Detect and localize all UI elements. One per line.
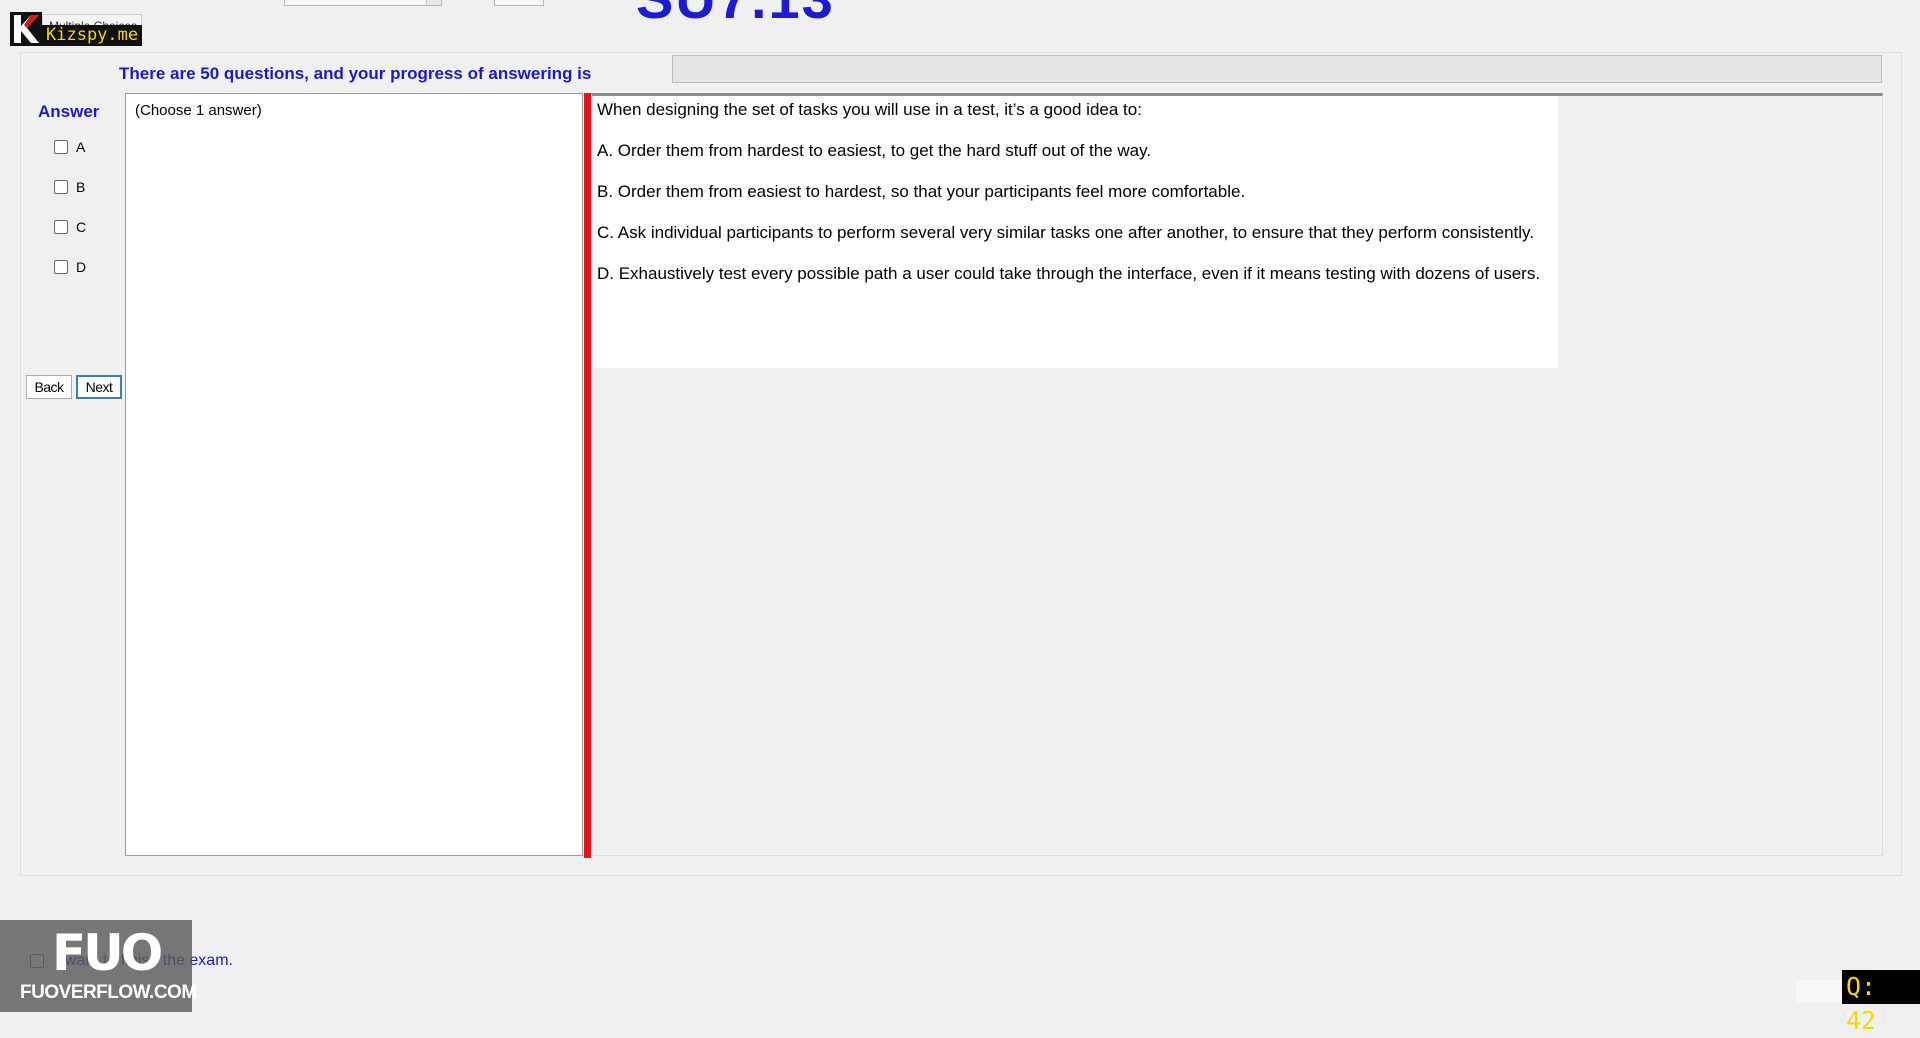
option-label: B [76, 179, 86, 195]
kizspy-text: Kizspy.me [42, 25, 143, 46]
choice-c-text: C. Ask individual participants to perfor… [597, 223, 1535, 242]
exam-combo[interactable] [284, 0, 442, 6]
question-text-box[interactable]: When designing the set of tasks you will… [593, 96, 1558, 368]
choice-d-text: D. Exhaustively test every possible path… [597, 264, 1541, 283]
question-badge: Q: 42 [1842, 970, 1920, 1035]
kizspy-logo-icon [10, 12, 42, 46]
pane-splitter[interactable] [584, 93, 591, 858]
checkbox-icon[interactable] [54, 180, 68, 194]
fuo-site-text: FUOVERFLOW.COM [20, 982, 197, 1003]
chevron-down-icon[interactable] [426, 0, 441, 5]
progress-label: There are 50 questions, and your progres… [119, 64, 592, 83]
fuo-logo-text: FUO [52, 924, 163, 982]
answer-label: Answer [38, 102, 100, 121]
option-label: D [76, 259, 87, 275]
kizspy-watermark: Kizspy.me [10, 12, 143, 46]
question-stem: When designing the set of tasks you will… [597, 100, 1142, 119]
choice-a-text: A. Order them from hardest to easiest, t… [597, 141, 1152, 160]
back-button[interactable]: Back [26, 375, 72, 399]
option-label: C [76, 219, 87, 235]
next-button[interactable]: Next [76, 375, 122, 399]
choice-b-text: B. Order them from easiest to hardest, s… [597, 182, 1246, 201]
fuo-watermark: FUO FUOVERFLOW.COM [0, 920, 197, 1012]
option-c[interactable]: C [54, 217, 86, 237]
option-b[interactable]: B [54, 177, 85, 197]
option-a[interactable]: A [54, 137, 85, 157]
question-number-field [1796, 980, 1842, 1002]
exam-code: SU7.13 [636, 0, 835, 31]
choose-instruction: (Choose 1 answer) [135, 102, 262, 119]
checkbox-icon[interactable] [54, 140, 68, 154]
checkbox-icon[interactable] [54, 220, 68, 234]
progress-bar [672, 55, 1882, 83]
option-label: A [76, 139, 86, 155]
answer-notes-pane[interactable]: (Choose 1 answer) [125, 93, 583, 856]
checkbox-icon[interactable] [54, 260, 68, 274]
option-d[interactable]: D [54, 257, 86, 277]
small-field[interactable] [494, 0, 544, 6]
